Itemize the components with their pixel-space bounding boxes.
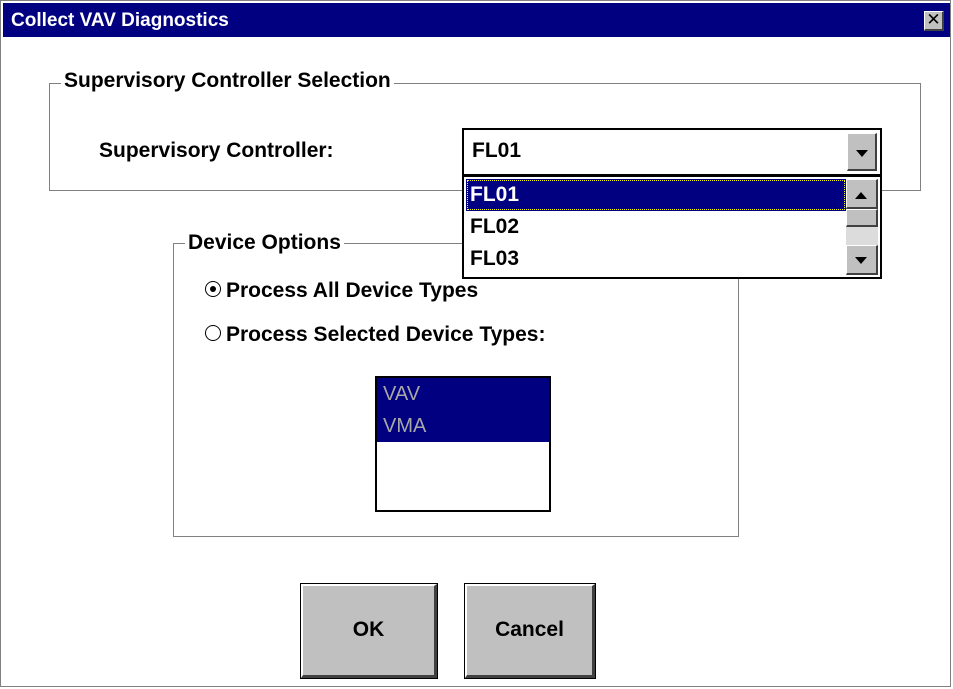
radio-process-all-label: Process All Device Types	[226, 279, 479, 302]
device-type-vav[interactable]: VAV	[377, 378, 549, 410]
scroll-down-icon[interactable]	[846, 245, 878, 275]
title-bar[interactable]: Collect VAV Diagnostics ✕	[3, 3, 950, 37]
radio-checked-icon[interactable]	[205, 281, 221, 298]
dropdown-option-fl01[interactable]: FL01	[466, 179, 846, 211]
ok-button[interactable]: OK	[300, 583, 438, 679]
combobox-value: FL01	[472, 139, 522, 162]
radio-process-selected-label: Process Selected Device Types:	[226, 323, 546, 346]
scrollbar-thumb[interactable]	[846, 209, 878, 227]
dropdown-option-fl02[interactable]: FL02	[466, 211, 846, 243]
supervisory-controller-combobox[interactable]: FL01	[462, 128, 882, 176]
radio-process-selected[interactable]: Process Selected Device Types:	[205, 323, 545, 347]
supervisory-controller-dropdown-list[interactable]: FL01 FL02 FL03	[462, 175, 882, 279]
radio-unchecked-icon[interactable]	[205, 325, 221, 342]
cancel-button[interactable]: Cancel	[464, 583, 596, 679]
supervisory-group-legend: Supervisory Controller Selection	[61, 69, 394, 93]
chevron-down-icon[interactable]	[847, 133, 877, 171]
supervisory-controller-label: Supervisory Controller:	[99, 139, 334, 162]
radio-process-all[interactable]: Process All Device Types	[205, 279, 478, 303]
device-type-vma[interactable]: VMA	[377, 410, 549, 442]
close-icon[interactable]: ✕	[924, 11, 944, 31]
dialog-window: Collect VAV Diagnostics ✕ Supervisory Co…	[0, 0, 951, 687]
dropdown-scrollbar[interactable]	[846, 179, 878, 275]
device-options-legend: Device Options	[185, 231, 344, 255]
dropdown-option-fl03[interactable]: FL03	[466, 243, 846, 275]
device-types-listbox[interactable]: VAV VMA	[375, 376, 551, 512]
scroll-up-icon[interactable]	[846, 179, 878, 209]
window-title: Collect VAV Diagnostics	[11, 10, 229, 31]
